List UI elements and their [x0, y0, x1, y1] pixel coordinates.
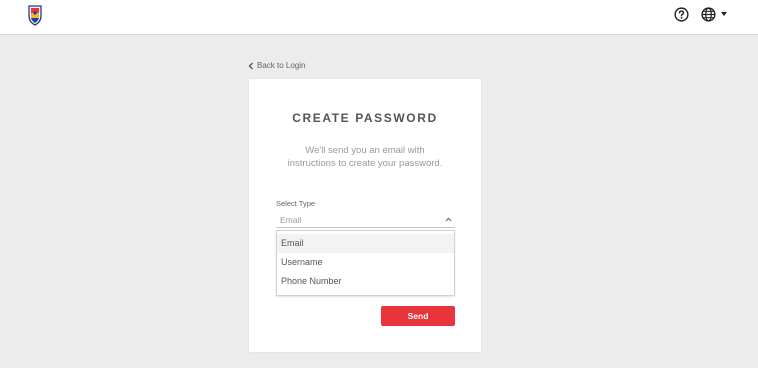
send-button[interactable]: Send — [381, 306, 455, 326]
globe-icon — [701, 6, 716, 22]
language-selector[interactable] — [701, 6, 731, 22]
caret-down-icon — [721, 12, 727, 16]
description-line-1: We'll send you an email with — [305, 145, 425, 156]
back-to-login-link[interactable]: Back to Login — [248, 61, 305, 70]
top-bar — [0, 0, 758, 35]
select-type-value: Email — [280, 215, 302, 225]
description-line-2: instructions to create your password. — [287, 158, 443, 169]
select-type-dropdown[interactable]: Email — [276, 212, 455, 228]
crest-logo[interactable] — [27, 4, 43, 26]
chevron-up-icon — [445, 217, 452, 222]
option-username[interactable]: Username — [277, 253, 454, 272]
select-type-label: Select Type — [276, 199, 316, 208]
help-circle-icon[interactable] — [674, 7, 689, 22]
option-email[interactable]: Email — [277, 234, 454, 253]
chevron-left-icon — [248, 62, 253, 69]
select-type-options: Email Username Phone Number — [276, 230, 455, 296]
option-phone-number[interactable]: Phone Number — [277, 272, 454, 291]
description: We'll send you an email with instruction… — [249, 144, 481, 170]
back-to-login-label: Back to Login — [257, 61, 306, 70]
page-title: CREATE PASSWORD — [292, 111, 438, 125]
create-password-card: CREATE PASSWORD We'll send you an email … — [249, 79, 481, 352]
